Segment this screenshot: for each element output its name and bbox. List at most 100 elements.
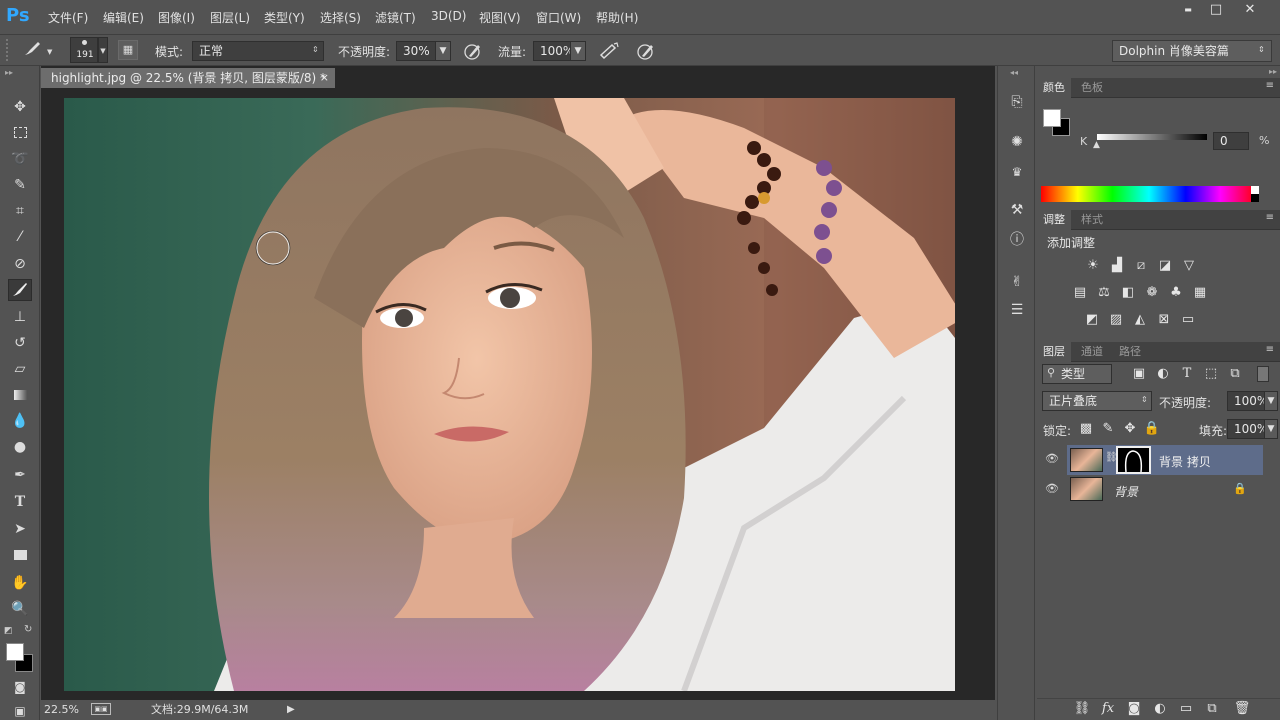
k-slider-track[interactable] (1097, 134, 1207, 140)
lasso-tool-icon[interactable]: ➰ (8, 148, 32, 170)
invert-icon[interactable]: ◩ (1083, 312, 1101, 328)
screen-mode-icon[interactable]: ▣ (8, 700, 32, 720)
k-value-input[interactable]: 0 (1213, 132, 1249, 150)
k-slider-handle-icon[interactable]: ▲ (1093, 140, 1100, 150)
hue-saturation-icon[interactable]: ▤ (1071, 285, 1089, 301)
fill-dropdown-icon[interactable]: ▼ (1264, 419, 1278, 439)
document-tab[interactable]: highlight.jpg @ 22.5% (背景 拷贝, 图层蒙版/8) * … (41, 68, 335, 88)
preset-dropdown-arrow-icon[interactable]: ▼ (47, 48, 52, 56)
gradient-map-icon[interactable]: ⊠ (1155, 312, 1173, 328)
delete-layer-icon[interactable]: 🗑 (1233, 701, 1251, 717)
close-window-button[interactable]: ✕ (1236, 2, 1264, 18)
quick-mask-icon[interactable]: ◙ (8, 676, 32, 698)
eraser-tool-icon[interactable]: ▱ (8, 358, 32, 380)
blur-tool-icon[interactable]: 💧 (8, 410, 32, 432)
black-white-icon[interactable]: ◧ (1119, 285, 1137, 301)
color-lookup-icon[interactable]: ▦ (1191, 285, 1209, 301)
menu-3d[interactable]: 3D(D) (431, 9, 466, 23)
hand-tool-icon[interactable]: ✋ (8, 572, 32, 594)
opacity-dropdown-icon[interactable]: ▼ (435, 41, 451, 61)
fill-input[interactable]: 100% (1227, 419, 1268, 439)
quick-selection-tool-icon[interactable]: ✎ (8, 174, 32, 196)
filter-type-icon[interactable]: T (1178, 366, 1196, 382)
menu-select[interactable]: 选择(S) (320, 9, 361, 26)
tab-styles[interactable]: 样式 (1075, 210, 1109, 230)
status-menu-arrow-icon[interactable]: ▶ (287, 700, 295, 720)
flow-input[interactable]: 100% (533, 41, 574, 61)
menu-image[interactable]: 图像(I) (158, 9, 195, 26)
info-panel-icon[interactable]: ⓘ (1007, 230, 1027, 250)
menu-type[interactable]: 类型(Y) (264, 9, 305, 26)
levels-icon[interactable]: ▟ (1108, 258, 1126, 274)
options-grip[interactable] (6, 39, 14, 61)
eye-icon[interactable]: 👁 (1045, 482, 1059, 495)
filter-adjustment-icon[interactable]: ◐ (1154, 366, 1172, 382)
maximize-button[interactable]: □ (1202, 2, 1230, 18)
lock-image-icon[interactable]: ✎ (1099, 421, 1117, 437)
new-group-icon[interactable]: ▭ (1177, 701, 1195, 717)
brush-presets-panel-icon[interactable]: ♛ (1007, 162, 1027, 182)
color-panel-menu-icon[interactable]: ≡ (1266, 80, 1274, 91)
menu-file[interactable]: 文件(F) (48, 9, 88, 26)
eye-icon[interactable]: 👁 (1045, 452, 1059, 465)
photo-filter-icon[interactable]: ❁ (1143, 285, 1161, 301)
adjustments-panel-menu-icon[interactable]: ≡ (1266, 212, 1274, 223)
history-brush-tool-icon[interactable]: ↺ (8, 332, 32, 354)
airbrush-icon[interactable] (598, 41, 620, 61)
add-mask-icon[interactable]: ◙ (1125, 701, 1143, 717)
close-document-icon[interactable]: × (320, 68, 329, 88)
lock-position-icon[interactable]: ✥ (1121, 421, 1139, 437)
filter-smart-object-icon[interactable]: ⧉ (1226, 366, 1244, 382)
dodge-tool-icon[interactable]: ● (8, 436, 32, 458)
swap-colors-icon[interactable]: ↻ (24, 624, 32, 635)
layer-mask-thumbnail[interactable] (1116, 446, 1151, 474)
minimize-button[interactable]: ▬ (1174, 2, 1202, 18)
gradient-tool-icon[interactable] (8, 384, 32, 406)
workspace-switcher[interactable]: Dolphin 肖像美容篇 (1112, 40, 1272, 62)
crop-tool-icon[interactable]: ⌗ (8, 200, 32, 222)
lock-all-icon[interactable]: 🔒 (1143, 421, 1161, 437)
tab-layers[interactable]: 图层 (1037, 342, 1071, 362)
pen-tool-icon[interactable]: ✒ (8, 464, 32, 486)
foreground-color-swatch[interactable] (6, 643, 24, 661)
clone-source-panel-icon[interactable]: ⚒ (1007, 200, 1027, 220)
path-selection-tool-icon[interactable]: ➤ (8, 518, 32, 540)
lock-transparent-icon[interactable]: ▩ (1077, 421, 1095, 437)
tab-adjustments[interactable]: 调整 (1037, 210, 1071, 230)
collapse-panels-icon[interactable]: ▸▸ (1269, 67, 1277, 76)
type-tool-icon[interactable]: T (8, 491, 32, 513)
pressure-opacity-icon[interactable] (463, 41, 483, 61)
menu-help[interactable]: 帮助(H) (596, 9, 638, 26)
brush-settings-panel-icon[interactable]: ✺ (1007, 132, 1027, 152)
tab-swatches[interactable]: 色板 (1075, 78, 1109, 98)
rectangle-tool-icon[interactable] (8, 544, 32, 566)
brush-picker-arrow-icon[interactable]: ▼ (98, 37, 108, 63)
layer-opacity-dropdown-icon[interactable]: ▼ (1264, 391, 1278, 411)
menu-filter[interactable]: 滤镜(T) (375, 9, 416, 26)
tab-color[interactable]: 颜色 (1037, 78, 1071, 98)
tab-channels[interactable]: 通道 (1075, 342, 1109, 362)
history-panel-icon[interactable]: ⎘ (1007, 92, 1027, 112)
status-info-icon[interactable]: ▣▣ (91, 703, 111, 715)
filter-pixel-icon[interactable]: ▣ (1130, 366, 1148, 382)
move-tool-icon[interactable]: ✥ (8, 96, 32, 118)
properties-panel-icon[interactable]: ☰ (1007, 300, 1027, 320)
selective-color-icon[interactable]: ▭ (1179, 312, 1197, 328)
brightness-contrast-icon[interactable]: ☀ (1084, 258, 1102, 274)
brush-panel-toggle-icon[interactable]: ▦ (118, 40, 138, 60)
marquee-tool-icon[interactable] (8, 122, 32, 144)
menu-edit[interactable]: 编辑(E) (103, 9, 144, 26)
color-balance-icon[interactable]: ⚖ (1095, 285, 1113, 301)
brush-tool-preset-icon[interactable] (20, 40, 44, 60)
healing-brush-tool-icon[interactable]: ⊘ (8, 253, 32, 275)
new-adjustment-layer-icon[interactable]: ◐ (1151, 701, 1169, 717)
menu-layer[interactable]: 图层(L) (210, 9, 250, 26)
tab-paths[interactable]: 路径 (1113, 342, 1147, 362)
menu-window[interactable]: 窗口(W) (536, 9, 581, 26)
expand-dock-icon[interactable]: ◂◂ (1010, 68, 1018, 77)
blend-mode-select[interactable]: 正片叠底 (1042, 391, 1152, 411)
opacity-input[interactable]: 30% (396, 41, 436, 61)
layer-name-background[interactable]: 背景 (1114, 483, 1138, 500)
flow-dropdown-icon[interactable]: ▼ (570, 41, 586, 61)
clone-stamp-tool-icon[interactable]: ⊥ (8, 306, 32, 328)
